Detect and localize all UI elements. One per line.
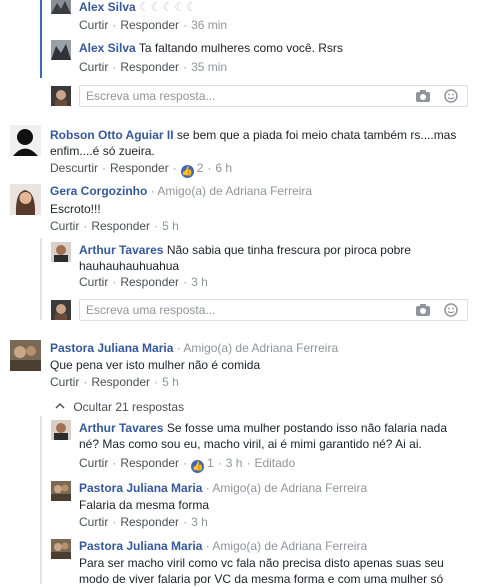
reply-link[interactable]: Responder [120,275,179,289]
comment-actions: Curtir · Responder · 3 h [79,515,208,529]
avatar[interactable] [51,481,71,501]
timestamp[interactable]: 3 h [226,456,243,470]
like-link[interactable]: Curtir [50,219,79,233]
comment-actions: Curtir · Responder · 👍 1 · 3 h · Editado [79,456,296,473]
comment-text: né? Mas como sou eu, macho viril, ai é m… [79,437,422,451]
comment-text: Que pena ver isto mulher não é comida [50,358,261,372]
comment-header: Pastora Juliana Maria · Amigo(a) de Adri… [79,539,368,553]
emoji-icon[interactable] [443,89,459,103]
comment-text: enfim....é só zueira. [50,144,155,158]
edited-label[interactable]: Editado [254,456,295,470]
comment-actions: Curtir · Responder · 3 h [79,275,208,289]
comment-text: Ta faltando mulheres como você. Rsrs [138,41,343,55]
my-avatar [51,300,71,320]
unlike-link[interactable]: Descurtir [50,161,98,175]
avatar[interactable] [51,40,71,60]
comment-actions: Curtir · Responder · 5 h [50,375,179,389]
like-link[interactable]: Curtir [79,60,108,74]
thread-active-line [40,0,42,78]
comment-body: Para ser macho viril como vc fala não pr… [79,555,494,587]
reply-link[interactable]: Responder [120,515,179,529]
like-icon: 👍 [191,460,205,473]
camera-icon[interactable] [415,303,431,317]
comment-body: Alex Silva Ta faltando mulheres como voc… [79,41,343,55]
reply-input[interactable]: Escreva uma resposta... [79,85,468,107]
hide-replies-toggle[interactable]: Ocultar 21 respostas [55,399,184,414]
reply-link[interactable]: Responder [91,375,150,389]
reply-link[interactable]: Responder [120,60,179,74]
like-icon: 👍 [180,165,194,178]
timestamp[interactable]: 5 h [162,219,179,233]
author-name[interactable]: Alex Silva [79,41,136,55]
comment-text: Para ser macho viril como vc fala não pr… [79,556,444,570]
comment-header: Pastora Juliana Maria · Amigo(a) de Adri… [79,481,368,495]
reply-input[interactable]: Escreva uma resposta... [79,299,468,321]
timestamp[interactable]: 3 h [191,515,208,529]
author-name[interactable]: Pastora Juliana Maria [79,539,202,553]
friend-of-label: Amigo(a) de Adriana Ferreira [212,539,368,553]
author-name[interactable]: Gera Corgozinho [50,184,147,198]
like-link[interactable]: Curtir [79,456,108,470]
author-name[interactable]: Alex Silva [79,0,136,14]
comment-body: Arthur Tavares Não sabia que tinha fresc… [79,242,489,274]
author-name[interactable]: Robson Otto Aguiar II [50,128,174,142]
comment-header: Pastora Juliana Maria · Amigo(a) de Adri… [50,341,339,355]
name-decoration: ☾☾☾☾☾ [139,0,198,14]
reply-link[interactable]: Responder [110,161,169,175]
comment-text: Se fosse uma mulher postando isso não fa… [166,421,447,435]
avatar[interactable] [10,184,41,215]
reply-placeholder: Escreva uma resposta... [86,303,216,317]
reply-link[interactable]: Responder [120,18,179,32]
comment-actions: Curtir · Responder · 35 min [79,60,228,74]
friend-of-label: Amigo(a) de Adriana Ferreira [212,481,368,495]
reply-placeholder: Escreva uma resposta... [86,89,216,103]
author-name[interactable]: Pastora Juliana Maria [79,481,202,495]
comment-body: Arthur Tavares Se fosse uma mulher posta… [79,420,494,452]
timestamp[interactable]: 36 min [191,18,227,32]
comment-body: Robson Otto Aguiar II se bem que a piada… [50,127,490,159]
avatar[interactable] [51,242,71,262]
author-name[interactable]: Arthur Tavares [79,421,163,435]
thread-line [40,238,42,320]
friend-of-label: Amigo(a) de Adriana Ferreira [183,341,339,355]
author-name[interactable]: Arthur Tavares [79,243,163,257]
comment-header: Gera Corgozinho · Amigo(a) de Adriana Fe… [50,184,313,198]
avatar[interactable] [10,125,41,156]
chevron-up-icon [55,399,65,409]
camera-icon[interactable] [415,89,431,103]
timestamp[interactable]: 35 min [191,60,227,74]
like-link[interactable]: Curtir [79,515,108,529]
comment-text: Escroto!!! [50,202,101,216]
avatar[interactable] [10,340,41,371]
comment-text: Não sabia que tinha frescura por piroca … [166,243,411,257]
avatar[interactable] [51,539,71,559]
emoji-icon[interactable] [443,303,459,317]
comment-text: se bem que a piada foi meio chata também… [176,128,457,142]
friend-of-label: Amigo(a) de Adriana Ferreira [157,184,313,198]
like-link[interactable]: Curtir [79,18,108,32]
avatar[interactable] [51,0,71,14]
author-name[interactable]: Pastora Juliana Maria [50,341,173,355]
reply-link[interactable]: Responder [91,219,150,233]
comment-text: Falaria da mesma forma [79,498,210,512]
my-avatar [51,86,71,106]
avatar[interactable] [51,420,71,440]
hide-replies-label[interactable]: Ocultar 21 respostas [73,400,184,414]
thread-line [40,416,42,584]
like-count[interactable]: 1 [207,456,214,470]
timestamp[interactable]: 6 h [215,161,232,175]
comment-header: Alex Silva ☾☾☾☾☾ [79,0,198,14]
reply-link[interactable]: Responder [120,456,179,470]
comment-actions: Descurtir · Responder · 👍 2 · 6 h [50,161,233,178]
like-link[interactable]: Curtir [50,375,79,389]
timestamp[interactable]: 3 h [191,275,208,289]
like-link[interactable]: Curtir [79,275,108,289]
comment-actions: Curtir · Responder · 5 h [50,219,179,233]
timestamp[interactable]: 5 h [162,375,179,389]
comment-text: hauhauhauhuahua [79,259,180,273]
comment-actions: Curtir · Responder · 36 min [79,18,228,32]
